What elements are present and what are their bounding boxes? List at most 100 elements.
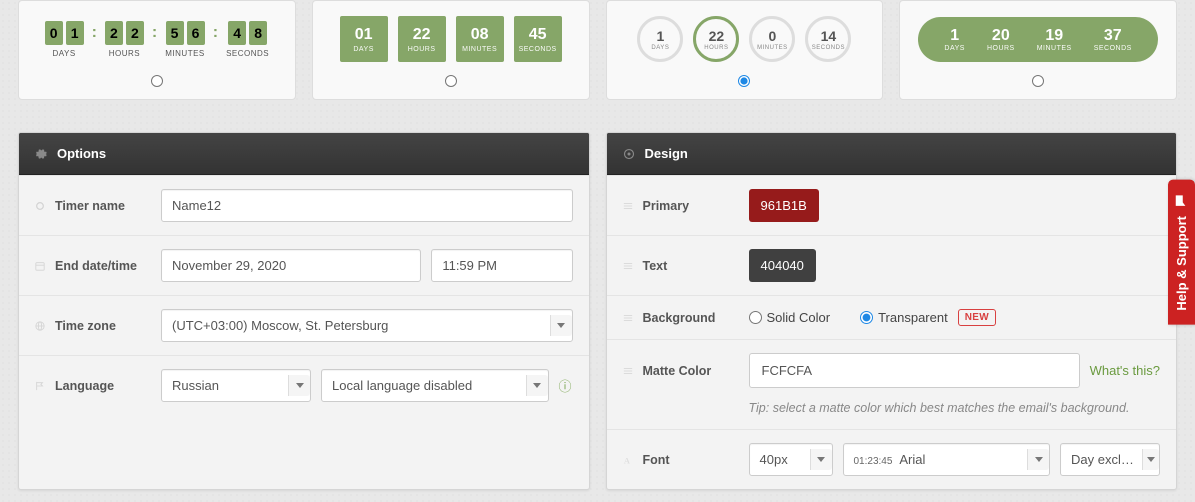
whats-this-link[interactable]: What's this? bbox=[1090, 363, 1160, 378]
value: 14 bbox=[821, 28, 837, 44]
row-text-color: Text 404040 bbox=[607, 235, 1177, 295]
style-card-3[interactable]: 1DAYS 22HOURS 0MINUTES 14SECONDS bbox=[606, 0, 884, 100]
layout-select[interactable]: Day excl… bbox=[1060, 443, 1160, 476]
style-card-4[interactable]: 1DAYS 20HOURS 19MINUTES 37SECONDS bbox=[899, 0, 1177, 100]
font-icon: A bbox=[623, 454, 635, 466]
language-label: Language bbox=[55, 379, 114, 393]
digit: 6 bbox=[187, 21, 205, 45]
row-primary-color: Primary 961B1B bbox=[607, 175, 1177, 235]
chevron-down-icon bbox=[1142, 449, 1159, 470]
chevron-down-icon bbox=[550, 315, 572, 336]
options-title: Options bbox=[57, 146, 106, 161]
unit-label: HOURS bbox=[109, 49, 140, 58]
value: 1 bbox=[656, 28, 664, 44]
svg-text:A: A bbox=[623, 456, 629, 465]
chat-icon bbox=[1175, 194, 1189, 208]
options-header: Options bbox=[19, 133, 589, 175]
digit: 4 bbox=[228, 21, 246, 45]
lines-icon bbox=[623, 260, 635, 272]
style-card-1[interactable]: 0 1 DAYS : 2 2 HOURS : 5 bbox=[18, 0, 296, 100]
row-timezone: Time zone (UTC+03:00) Moscow, St. Peters… bbox=[19, 295, 589, 355]
chevron-down-icon bbox=[288, 375, 310, 396]
timezone-select[interactable]: (UTC+03:00) Moscow, St. Petersburg bbox=[161, 309, 573, 342]
end-date-input[interactable] bbox=[161, 249, 421, 282]
timezone-value: (UTC+03:00) Moscow, St. Petersburg bbox=[172, 318, 388, 333]
unit-label: MINUTES bbox=[1037, 45, 1072, 52]
info-icon[interactable]: ⓘ bbox=[559, 376, 573, 395]
text-color-input[interactable]: 404040 bbox=[749, 249, 816, 282]
digit: 8 bbox=[249, 21, 267, 45]
chevron-down-icon bbox=[526, 375, 548, 396]
unit-label: HOURS bbox=[704, 45, 728, 51]
row-background: Background Solid Color Transparent NEW bbox=[607, 295, 1177, 339]
matte-color-input[interactable]: FCFCFA bbox=[749, 353, 1080, 388]
unit-label: SECONDS bbox=[226, 49, 269, 58]
style-preview-3: 1DAYS 22HOURS 0MINUTES 14SECONDS bbox=[617, 9, 873, 69]
bg-solid-radio[interactable]: Solid Color bbox=[749, 310, 831, 325]
style-card-2[interactable]: 01DAYS 22HOURS 08MINUTES 45SECONDS bbox=[312, 0, 590, 100]
timer-name-label: Timer name bbox=[55, 199, 125, 213]
globe-icon bbox=[35, 320, 47, 332]
value: 0 bbox=[768, 28, 776, 44]
unit-label: SECONDS bbox=[519, 46, 557, 53]
bg-transparent-radio-input[interactable] bbox=[860, 311, 873, 324]
row-language: Language Russian Local language disabled… bbox=[19, 355, 589, 415]
local-language-value: Local language disabled bbox=[332, 378, 472, 393]
primary-color-input[interactable]: 961B1B bbox=[749, 189, 819, 222]
font-size-select[interactable]: 40px bbox=[749, 443, 833, 476]
style-radio-2[interactable] bbox=[445, 75, 457, 87]
help-support-tab[interactable]: Help & Support bbox=[1168, 180, 1195, 325]
help-support-label: Help & Support bbox=[1174, 216, 1189, 311]
digit: 2 bbox=[126, 21, 144, 45]
style-preview-4: 1DAYS 20HOURS 19MINUTES 37SECONDS bbox=[910, 9, 1166, 69]
value: 22 bbox=[709, 28, 725, 44]
new-badge: NEW bbox=[958, 309, 996, 326]
unit-label: DAYS bbox=[944, 45, 965, 52]
colon: : bbox=[150, 21, 159, 45]
style-radio-4[interactable] bbox=[1032, 75, 1044, 87]
lines-icon bbox=[623, 365, 635, 377]
bg-transparent-label: Transparent bbox=[878, 310, 948, 325]
colon: : bbox=[90, 21, 99, 45]
timezone-label: Time zone bbox=[55, 319, 116, 333]
value: 22 bbox=[413, 26, 431, 44]
value: 20 bbox=[992, 27, 1010, 45]
unit-label: MINUTES bbox=[165, 49, 205, 58]
digit: 0 bbox=[45, 21, 63, 45]
unit-label: SECONDS bbox=[812, 45, 845, 51]
font-family-select[interactable]: 01:23:45 Arial bbox=[843, 443, 1051, 476]
unit-label: DAYS bbox=[651, 45, 669, 51]
language-select[interactable]: Russian bbox=[161, 369, 311, 402]
timer-name-input[interactable] bbox=[161, 189, 573, 222]
colon: : bbox=[211, 21, 220, 45]
style-preview-1: 0 1 DAYS : 2 2 HOURS : 5 bbox=[29, 9, 285, 69]
local-language-select[interactable]: Local language disabled bbox=[321, 369, 549, 402]
end-time-input[interactable] bbox=[431, 249, 572, 282]
design-title: Design bbox=[645, 146, 688, 161]
circle-icon bbox=[35, 200, 47, 212]
chevron-down-icon bbox=[810, 449, 832, 470]
style-radio-3[interactable] bbox=[738, 75, 750, 87]
value: 19 bbox=[1045, 27, 1063, 45]
digit: 5 bbox=[166, 21, 184, 45]
style-radio-1[interactable] bbox=[151, 75, 163, 87]
row-timer-name: Timer name bbox=[19, 175, 589, 235]
row-font: A Font 40px 01:23:45 Arial Day excl… bbox=[607, 429, 1177, 489]
bg-transparent-radio[interactable]: Transparent bbox=[860, 310, 948, 325]
layout-value: Day excl… bbox=[1071, 452, 1134, 467]
font-preview: 01:23:45 bbox=[854, 456, 893, 467]
lines-icon bbox=[623, 200, 635, 212]
options-panel: Options Timer name End date/time bbox=[18, 132, 590, 490]
value: 1 bbox=[950, 27, 959, 45]
font-family-value: Arial bbox=[899, 452, 925, 467]
unit-label: DAYS bbox=[52, 49, 75, 58]
gear-icon bbox=[35, 148, 47, 160]
row-matte-color: Matte Color FCFCFA What's this? bbox=[607, 339, 1177, 401]
end-date-label: End date/time bbox=[55, 259, 137, 273]
countdown-style-picker: 0 1 DAYS : 2 2 HOURS : 5 bbox=[0, 0, 1195, 112]
bg-solid-label: Solid Color bbox=[767, 310, 831, 325]
primary-label: Primary bbox=[643, 199, 690, 213]
bg-solid-radio-input[interactable] bbox=[749, 311, 762, 324]
font-label: Font bbox=[643, 453, 670, 467]
text-label: Text bbox=[643, 259, 668, 273]
